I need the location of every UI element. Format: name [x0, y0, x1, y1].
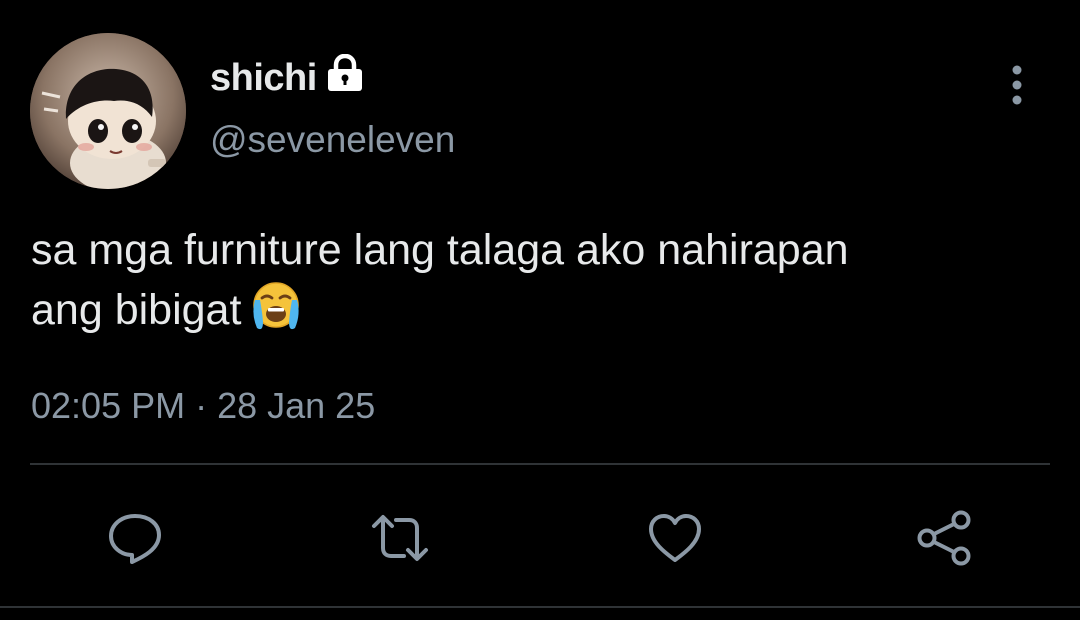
- tweet-timestamp[interactable]: 02:05 PM · 28 Jan 25: [31, 385, 375, 427]
- profile-avatar[interactable]: [30, 33, 186, 189]
- timestamp-separator: ·: [185, 385, 218, 426]
- tweet-text-line: ang bibigat: [31, 278, 1071, 346]
- tweet-text-line: sa mga furniture lang talaga ako nahirap…: [31, 226, 849, 274]
- share-button[interactable]: [915, 508, 975, 568]
- lock-icon: [325, 53, 365, 97]
- like-button[interactable]: [645, 508, 705, 568]
- divider: [30, 463, 1050, 465]
- crying-face-emoji: [247, 278, 305, 346]
- user-handle[interactable]: @seveneleven: [210, 119, 455, 161]
- avatar-image: [30, 33, 186, 189]
- reply-button[interactable]: [105, 508, 165, 568]
- more-vertical-icon[interactable]: [1000, 64, 1034, 106]
- retweet-icon: [372, 515, 428, 561]
- speech-bubble-icon: [109, 514, 161, 564]
- retweet-button[interactable]: [370, 508, 430, 568]
- timestamp-date: 28 Jan 25: [217, 385, 376, 426]
- share-icon: [917, 510, 971, 566]
- heart-icon: [649, 514, 701, 562]
- divider: [0, 606, 1080, 608]
- display-name[interactable]: shichi: [210, 57, 317, 100]
- timestamp-time: 02:05 PM: [31, 385, 186, 426]
- tweet-text-line-content: ang bibigat: [31, 286, 242, 334]
- author-name-row: shichi: [210, 53, 365, 100]
- tweet-text: sa mga furniture lang talaga ako nahirap…: [31, 222, 1071, 346]
